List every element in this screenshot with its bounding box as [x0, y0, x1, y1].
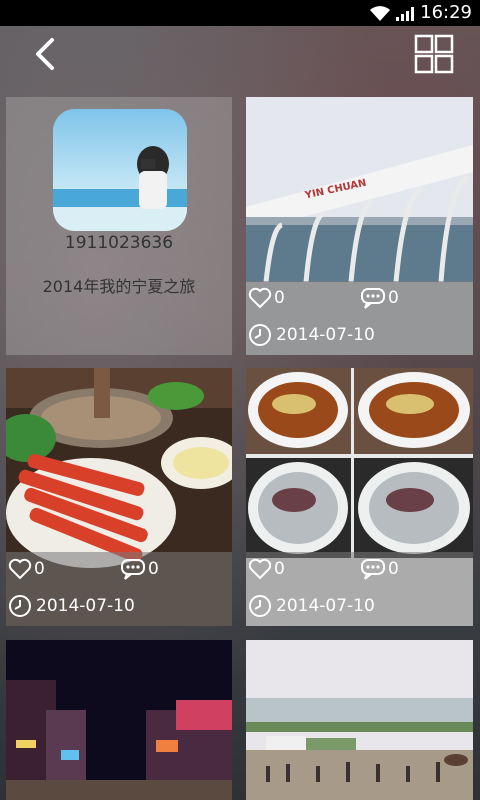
date-text: 2014-07-10 [276, 596, 375, 616]
likes[interactable]: 0 [248, 287, 285, 309]
likes-count: 0 [34, 559, 45, 579]
post-date: 2014-07-10 [248, 594, 375, 618]
card-info: 0 0 2014-07-10 [246, 281, 473, 355]
comments[interactable]: 0 [120, 558, 159, 580]
date-text: 2014-07-10 [276, 325, 375, 345]
card-info: 0 0 2014-07-10 [246, 552, 473, 626]
comments-count: 0 [148, 559, 159, 579]
comments-count: 0 [388, 288, 399, 308]
likes[interactable]: 0 [248, 558, 285, 580]
post-date: 2014-07-10 [8, 594, 135, 618]
heart-icon [8, 558, 32, 580]
likes-count: 0 [274, 559, 285, 579]
photo-image [6, 640, 232, 800]
date-text: 2014-07-10 [36, 596, 135, 616]
photo-card[interactable]: YIN CHUAN 0 0 2014-07-10 [246, 97, 473, 355]
comment-icon [121, 559, 145, 580]
comment-icon [361, 559, 385, 580]
status-time: 16:29 [420, 2, 472, 23]
back-arrow-icon [36, 38, 54, 70]
post-date: 2014-07-10 [248, 323, 375, 347]
clock-icon [249, 324, 271, 346]
photo-card[interactable] [6, 640, 232, 800]
heart-icon [248, 558, 272, 580]
avatar [53, 109, 187, 231]
comment-icon [361, 288, 385, 309]
back-button[interactable] [28, 34, 64, 74]
profile-card[interactable]: 1911023636 2014年我的宁夏之旅 [6, 97, 232, 355]
album-title: 2014年我的宁夏之旅 [42, 277, 196, 296]
likes[interactable]: 0 [8, 558, 45, 580]
photo-card[interactable] [246, 640, 473, 800]
user-id: 1911023636 [64, 233, 174, 253]
photo-card[interactable]: 0 0 2014-07-10 [6, 368, 232, 626]
grid-view-icon [414, 34, 454, 74]
grid-view-button[interactable] [414, 34, 454, 74]
card-info: 0 0 2014-07-10 [6, 552, 232, 626]
status-bar: 16:29 [0, 0, 480, 26]
clock-icon [249, 595, 271, 617]
likes-count: 0 [274, 288, 285, 308]
signal-icon [396, 7, 414, 21]
comments-count: 0 [388, 559, 399, 579]
heart-icon [248, 287, 272, 309]
top-bar [0, 26, 480, 82]
clock-icon [9, 595, 31, 617]
photo-card[interactable]: 0 0 2014-07-10 [246, 368, 473, 626]
comments[interactable]: 0 [360, 287, 399, 309]
photo-image [246, 640, 473, 800]
wifi-icon [370, 6, 390, 21]
comments[interactable]: 0 [360, 558, 399, 580]
